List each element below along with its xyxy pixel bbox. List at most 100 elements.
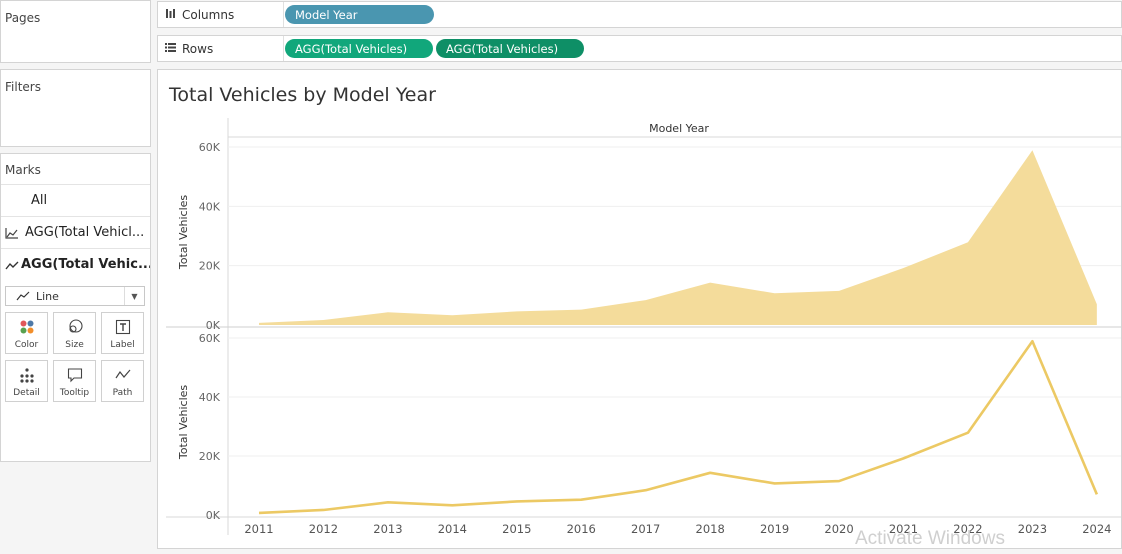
mark-type-dropdown[interactable]: Line ▼ — [5, 286, 145, 306]
x-tick-label: 2019 — [760, 522, 789, 536]
area-point — [258, 321, 261, 324]
area-point — [451, 314, 454, 317]
x-tick-label: 2018 — [696, 522, 725, 536]
line-point — [773, 482, 776, 485]
x-tick-label: 2020 — [824, 522, 853, 536]
line-point — [1031, 340, 1034, 343]
area-chart-icon — [5, 227, 23, 239]
line-chart-icon — [5, 259, 19, 271]
area-series — [259, 150, 1097, 325]
chart-svg: Model Year 0K 20K 40K 60K Total Vehicles 0K 2… — [166, 118, 1121, 536]
size-icon — [54, 319, 95, 335]
area-point — [709, 281, 712, 284]
marks-card: Marks All AGG(Total Vehicl... AGG(Total … — [0, 153, 151, 462]
line-series — [258, 339, 1099, 515]
area-point — [322, 318, 325, 321]
line-point — [451, 504, 454, 507]
columns-shelf-label: Columns — [158, 2, 284, 27]
area-point — [773, 292, 776, 295]
color-icon — [6, 319, 47, 335]
activate-windows-watermark: Activate Windows — [855, 528, 1005, 549]
marks-title: Marks — [5, 163, 41, 177]
path-button-label: Path — [112, 388, 133, 398]
area-point — [386, 311, 389, 314]
color-button-label: Color — [14, 340, 39, 350]
path-button[interactable]: Path — [101, 360, 144, 402]
filters-title: Filters — [5, 80, 41, 94]
filters-card[interactable]: Filters — [0, 69, 151, 147]
marks-tab-area[interactable]: AGG(Total Vehicl... — [1, 216, 150, 248]
label-icon — [102, 319, 143, 335]
path-icon — [102, 367, 143, 383]
pill-agg-total-vehicles-2[interactable]: AGG(Total Vehicles) — [436, 39, 584, 58]
pill-model-year[interactable]: Model Year — [285, 5, 434, 24]
line-point — [386, 501, 389, 504]
detail-icon — [6, 367, 47, 383]
x-tick-label: 2017 — [631, 522, 660, 536]
line-point — [709, 471, 712, 474]
marks-tab-line-label: AGG(Total Vehic... — [21, 257, 150, 272]
line-point — [644, 489, 647, 492]
detail-button[interactable]: Detail — [5, 360, 48, 402]
x-tick-label: 2016 — [567, 522, 596, 536]
y-axis-title: Total Vehicles — [177, 385, 190, 461]
rows-label-text: Rows — [182, 41, 214, 56]
y-tick-label: 20K — [199, 450, 221, 463]
line-point — [1095, 493, 1098, 496]
area-point — [515, 310, 518, 313]
line-point — [966, 431, 969, 434]
tooltip-icon — [54, 367, 95, 383]
tooltip-button-label: Tooltip — [59, 388, 90, 398]
color-button[interactable]: Color — [5, 312, 48, 354]
label-button[interactable]: Label — [101, 312, 144, 354]
y-tick-label: 40K — [199, 391, 221, 404]
pill-agg-total-vehicles-1[interactable]: AGG(Total Vehicles) — [285, 39, 433, 58]
y-tick-label: 40K — [199, 200, 221, 213]
line-point — [258, 511, 261, 514]
x-tick-label: 2023 — [1018, 522, 1047, 536]
y-tick-label: 60K — [199, 141, 221, 154]
line-point — [902, 457, 905, 460]
rows-icon — [165, 42, 176, 56]
line-point — [580, 498, 583, 501]
chevron-down-icon[interactable]: ▼ — [124, 287, 144, 305]
marks-all-tab[interactable]: All — [1, 184, 150, 216]
tooltip-button[interactable]: Tooltip — [53, 360, 96, 402]
pages-card[interactable]: Pages — [0, 0, 151, 63]
pages-title: Pages — [5, 11, 41, 25]
area-point — [1095, 303, 1098, 306]
area-point — [966, 241, 969, 244]
y-tick-label: 60K — [199, 332, 221, 345]
marks-tab-area-label: AGG(Total Vehicl... — [25, 225, 145, 240]
x-tick-label: 2014 — [438, 522, 467, 536]
y-axis-title: Total Vehicles — [177, 195, 190, 271]
area-point — [838, 289, 841, 292]
columns-shelf[interactable]: Columns Model Year — [157, 1, 1122, 28]
area-point — [644, 299, 647, 302]
line-point — [322, 508, 325, 511]
column-header: Model Year — [649, 122, 709, 135]
label-button-label: Label — [110, 340, 135, 350]
columns-label-text: Columns — [182, 7, 235, 22]
y-tick-label: 20K — [199, 260, 221, 273]
x-tick-label: 2015 — [502, 522, 531, 536]
area-point — [902, 267, 905, 270]
x-tick-label: 2012 — [309, 522, 338, 536]
x-tick-label: 2011 — [244, 522, 273, 536]
area-point — [1031, 149, 1034, 152]
rows-shelf[interactable]: Rows AGG(Total Vehicles) AGG(Total Vehic… — [157, 35, 1122, 62]
line-mark-icon — [16, 291, 30, 301]
y-tick-label: 0K — [206, 509, 221, 522]
marks-tab-line[interactable]: AGG(Total Vehic... — [1, 248, 150, 280]
y-tick-label: 0K — [206, 319, 221, 332]
chart-view: Total Vehicles by Model Year Model Year … — [157, 69, 1122, 549]
size-button-label: Size — [65, 340, 84, 350]
area-point — [580, 308, 583, 311]
size-button[interactable]: Size — [53, 312, 96, 354]
line-point — [515, 500, 518, 503]
columns-icon — [165, 8, 176, 22]
detail-button-label: Detail — [13, 388, 40, 398]
rows-shelf-label: Rows — [158, 36, 284, 61]
mark-type-label: Line — [36, 289, 59, 303]
x-tick-label: 2024 — [1082, 522, 1111, 536]
